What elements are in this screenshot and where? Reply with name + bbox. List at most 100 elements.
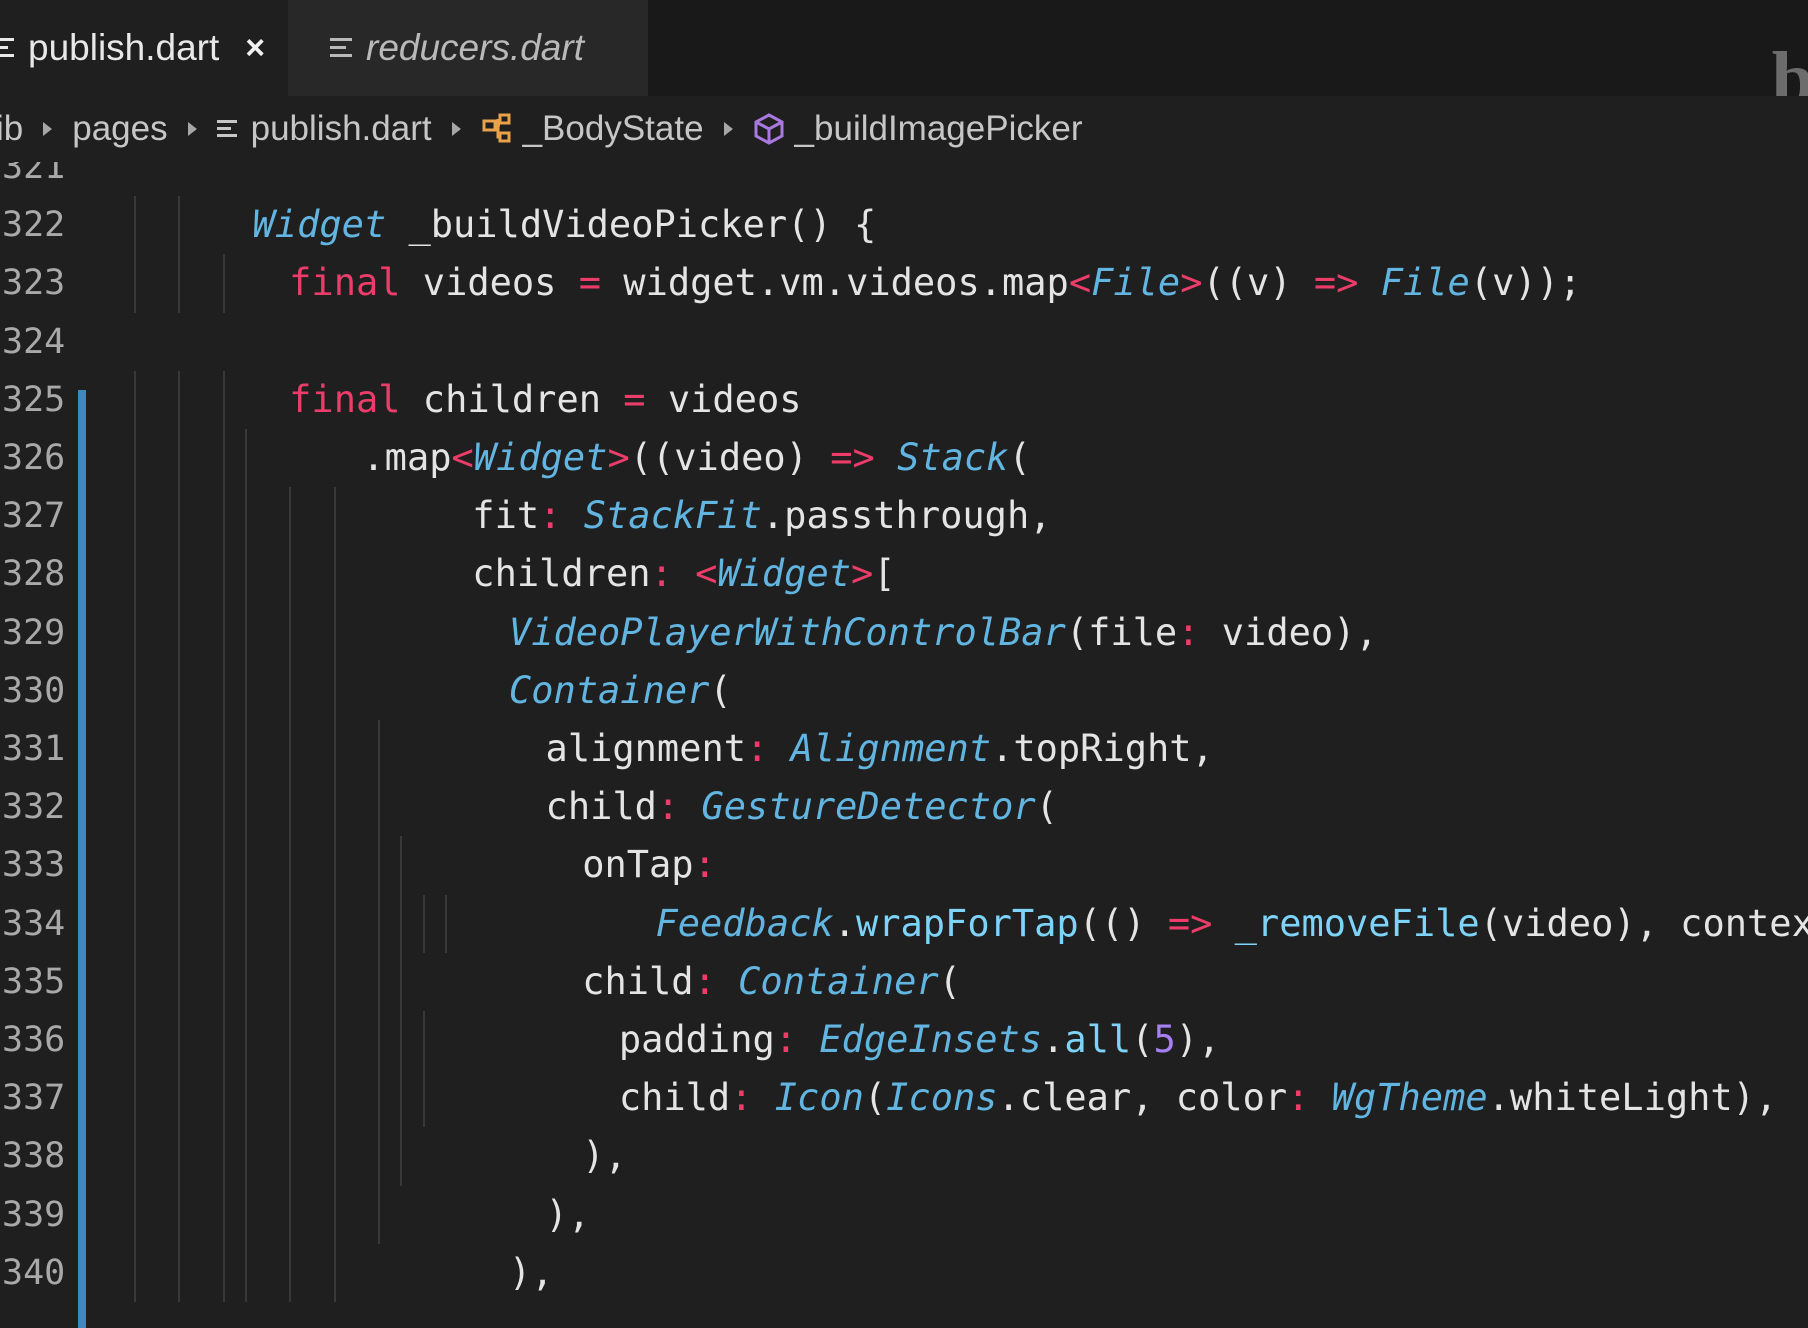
indent-guide <box>333 778 336 837</box>
indent-guide <box>134 720 136 779</box>
code-token: ( <box>709 668 732 712</box>
code-token: : <box>693 843 716 887</box>
code-line[interactable]: padding: EdgeInsets.all(5), <box>619 1011 1221 1069</box>
indent-guide <box>422 1069 425 1128</box>
code-line[interactable]: child: GestureDetector( <box>546 778 1058 836</box>
indent-guide <box>222 603 225 662</box>
code-line[interactable]: .map<Widget>((video) => Stack( <box>362 429 1030 487</box>
indent-guide <box>333 487 336 546</box>
code-token: child <box>582 959 694 1003</box>
indent-guide <box>222 1069 225 1128</box>
breadcrumb-item-pages[interactable]: pages <box>72 109 167 149</box>
line-number: 339 <box>2 1194 66 1235</box>
indent-guide <box>333 894 336 953</box>
code-token: < <box>695 552 718 596</box>
breadcrumb-label: publish.dart <box>250 109 432 148</box>
indent-guide <box>378 894 381 953</box>
close-icon[interactable]: × <box>245 29 265 68</box>
breadcrumb-item-file[interactable]: publish.dart <box>216 109 432 149</box>
code-token: _buildVideoPicker() { <box>386 203 877 247</box>
code-line[interactable]: Widget _buildVideoPicker() { <box>253 196 877 254</box>
line-number: 328 <box>2 554 66 595</box>
breadcrumb-item-method[interactable]: _buildImagePicker <box>753 109 1082 149</box>
code-token: videos <box>645 377 802 421</box>
code-line[interactable]: ), <box>582 1127 627 1185</box>
code-line[interactable]: alignment: Alignment.topRight, <box>546 720 1214 778</box>
code-token: children <box>400 377 624 421</box>
tab-reducers-dart[interactable]: reducers.dart <box>288 0 648 96</box>
code-token: .topRight, <box>991 727 1214 770</box>
tab-publish-dart[interactable]: publish.dart × <box>0 0 288 96</box>
line-number: 322 <box>2 205 66 246</box>
breadcrumb: ib pages publish.dart _BodyState _buildI… <box>0 96 1808 162</box>
code-token: all <box>1064 1018 1132 1061</box>
indent-guide <box>134 603 136 662</box>
code-line[interactable]: final children = videos <box>289 371 801 429</box>
indent-guide <box>222 778 225 837</box>
indent-guide <box>222 1127 225 1186</box>
indent-guide <box>289 1069 292 1128</box>
indent-guide <box>134 1243 136 1302</box>
code-token: .whiteLight), <box>1487 1076 1778 1120</box>
indent-guide <box>134 894 136 953</box>
indent-guide <box>289 545 292 604</box>
indent-guide <box>378 1127 381 1186</box>
code-token: [ <box>873 552 896 596</box>
indent-guide <box>222 720 225 779</box>
line-number: 336 <box>2 1020 66 1060</box>
code-token: widget.vm.videos.map <box>601 261 1069 305</box>
code-token: (file <box>1065 610 1178 654</box>
code-token: ( <box>1008 436 1031 479</box>
indent-guide <box>134 952 136 1011</box>
line-number: 333 <box>2 845 66 886</box>
code-line[interactable]: fit: StackFit.passthrough, <box>472 487 1051 545</box>
indent-guide <box>333 545 336 604</box>
code-token: (v)); <box>1469 261 1582 305</box>
code-token: => <box>1167 901 1213 945</box>
breadcrumb-label: ib <box>0 109 24 148</box>
code-line[interactable]: ), <box>546 1186 591 1244</box>
code-line[interactable]: Container( <box>509 662 732 720</box>
indent-guide <box>222 1243 225 1302</box>
indent-guide <box>333 1185 336 1244</box>
code-token: wrapForTap <box>855 901 1079 945</box>
indent-guide <box>222 952 225 1011</box>
indent-guide <box>178 720 181 779</box>
code-token: Container <box>508 668 710 712</box>
code-token: . <box>833 901 856 945</box>
code-token: ((v) <box>1202 261 1314 305</box>
code-line[interactable]: children: <Widget>[ <box>472 545 895 603</box>
indent-guide <box>222 836 225 895</box>
indent-guide <box>245 836 247 895</box>
code-line[interactable]: Feedback.wrapForTap(() => _removeFile(vi… <box>655 895 1808 953</box>
code-line[interactable]: VideoPlayerWithControlBar(file: video), <box>509 604 1378 662</box>
code-line[interactable]: child: Icon(Icons.clear, color: WgTheme.… <box>619 1069 1777 1127</box>
code-token: : <box>539 494 562 538</box>
indent-guide <box>400 894 403 953</box>
breadcrumb-item-lib[interactable]: ib <box>0 109 23 149</box>
code-token: File <box>1380 261 1470 305</box>
indent-guide <box>178 1011 181 1070</box>
indent-guide <box>245 1185 247 1244</box>
code-token: final <box>289 377 401 421</box>
indent-guide <box>134 661 136 720</box>
modified-lines-indicator <box>78 390 86 1328</box>
code-editor[interactable]: 321 322 Widget _buildVideoPicker() {323 fin… <box>0 162 1808 1328</box>
breadcrumb-item-class[interactable]: _BodyState <box>481 109 704 149</box>
indent-guide <box>245 603 247 662</box>
code-line[interactable]: ), <box>509 1244 554 1302</box>
indent-guide <box>289 1185 292 1244</box>
indent-guide <box>400 952 403 1011</box>
code-token: children <box>472 552 651 596</box>
code-token: = <box>623 377 646 421</box>
code-line[interactable]: child: Container( <box>582 953 961 1011</box>
code-token: Feedback <box>655 901 834 945</box>
indent-guide <box>333 720 336 779</box>
code-token: .map <box>362 436 452 479</box>
indent-guide <box>178 1069 181 1128</box>
code-line[interactable]: onTap: <box>582 836 716 894</box>
file-lines-icon <box>0 36 14 60</box>
line-number: 338 <box>2 1136 66 1177</box>
code-line[interactable]: final videos = widget.vm.videos.map<File… <box>289 254 1581 312</box>
code-token: Widget <box>252 203 387 247</box>
